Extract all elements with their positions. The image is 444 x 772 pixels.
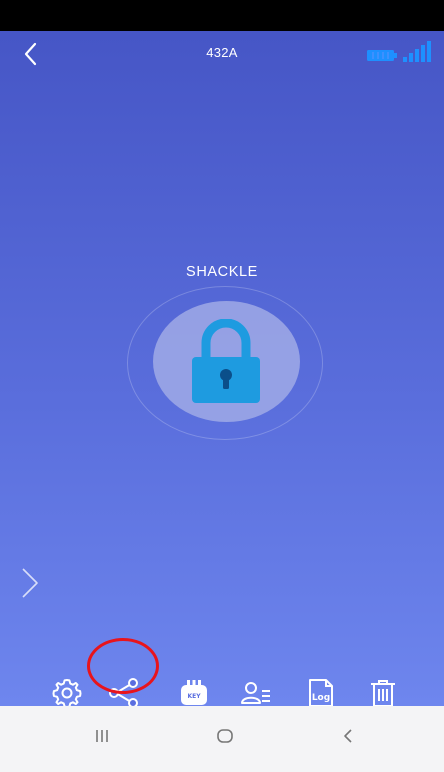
status-bar (0, 0, 444, 31)
key-icon: KEY (181, 680, 207, 705)
home-icon[interactable] (215, 726, 235, 746)
share-button[interactable] (102, 671, 146, 706)
users-button[interactable] (234, 671, 278, 706)
key-icon-text: KEY (187, 693, 201, 700)
user-list-icon (241, 682, 270, 704)
log-icon-text: Log (312, 693, 330, 703)
signal-bars-icon (403, 41, 431, 62)
log-icon: Log (309, 679, 333, 706)
share-icon (109, 678, 138, 706)
settings-button[interactable] (45, 671, 89, 706)
lock-detail-screen: 432A SHACKLE KEY Log (0, 31, 444, 706)
chevron-right-icon[interactable] (19, 566, 41, 600)
padlock-icon (192, 319, 260, 403)
bottom-toolbar: KEY Log (0, 671, 444, 706)
log-button[interactable]: Log (299, 671, 343, 706)
trash-icon (371, 680, 395, 706)
back-icon[interactable] (338, 726, 358, 746)
delete-button[interactable] (361, 671, 405, 706)
recent-apps-icon[interactable] (92, 726, 112, 746)
system-nav-bar (0, 706, 444, 772)
lock-state-label: SHACKLE (186, 264, 258, 280)
key-button[interactable]: KEY (172, 671, 216, 706)
gear-icon (52, 679, 82, 706)
battery-icon (367, 50, 397, 61)
